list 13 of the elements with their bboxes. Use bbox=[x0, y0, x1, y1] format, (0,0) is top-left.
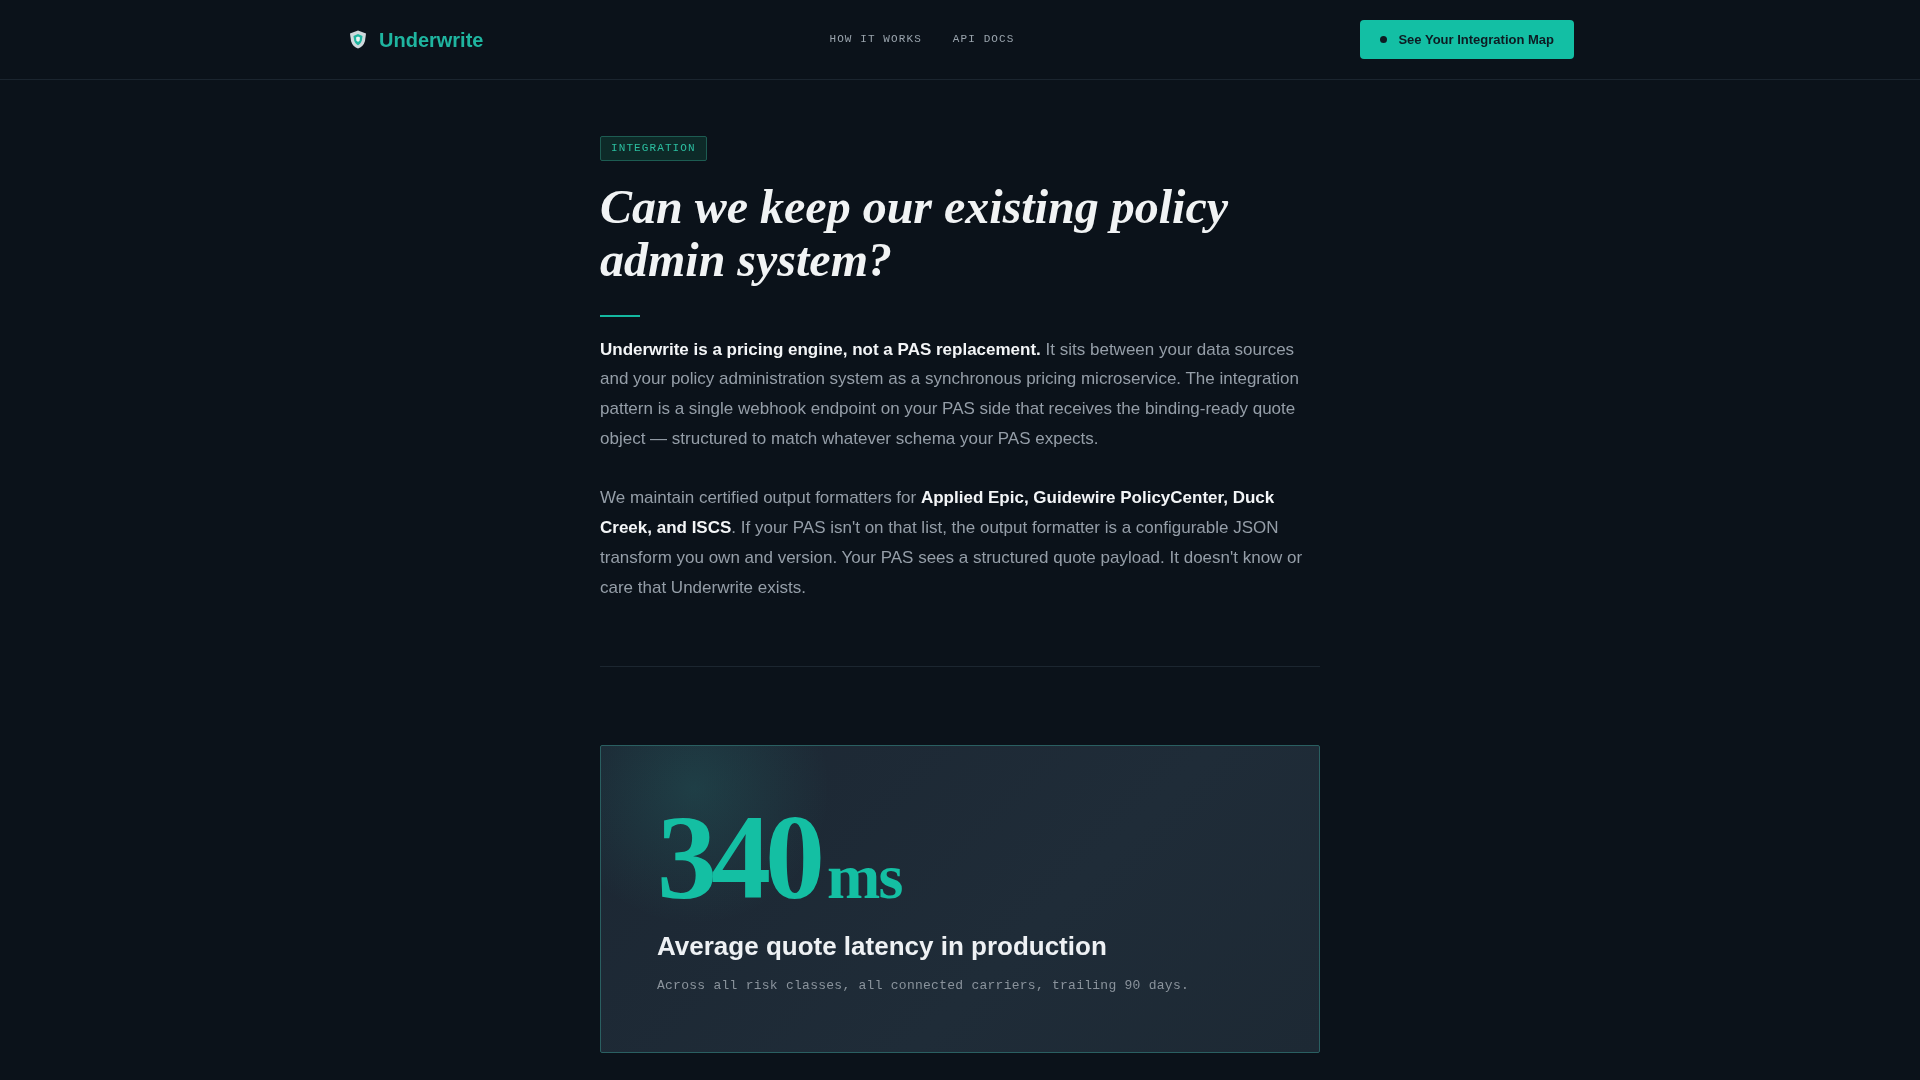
nav-link[interactable]: API DOCS bbox=[952, 31, 1015, 48]
category-tag: INTEGRATION bbox=[600, 136, 707, 161]
stat-label: Average quote latency in production bbox=[657, 930, 1108, 964]
cta-button[interactable]: See Your Integration Map bbox=[1360, 20, 1574, 59]
stat-number: 340 bbox=[657, 798, 819, 919]
body-paragraph: We maintain certified output formatters for Applied Epic, Guidewire PolicyCenter, Duck Creek, and ISCS. If your PAS isn't on that list, the output formatter is a configurable JSON transform you own and version. Your PAS sees a structured quote payload. It doesn't know or care that Underwrite exists. bbox=[600, 487, 1304, 599]
nav-link[interactable]: HOW IT WORKS bbox=[829, 31, 922, 48]
shield-icon bbox=[349, 30, 367, 49]
body-paragraph: Underwrite is a pricing engine, not a PAS replacement. It sits between your data sources and your policy administration system as a synchronous pricing microservice. The integration pattern is a single webhook endpoint on your PAS side that receives the binding-ready quote object — structured to match whatever schema your PAS expects. bbox=[600, 338, 1300, 450]
brand-name[interactable]: Underwrite bbox=[379, 29, 484, 50]
stat-note: Across all risk classes, all connected carriers, trailing 90 days. bbox=[657, 977, 1191, 995]
page-heading: Can we keep our existing policy admin system? bbox=[600, 181, 1229, 287]
stat-unit: ms bbox=[827, 845, 902, 910]
